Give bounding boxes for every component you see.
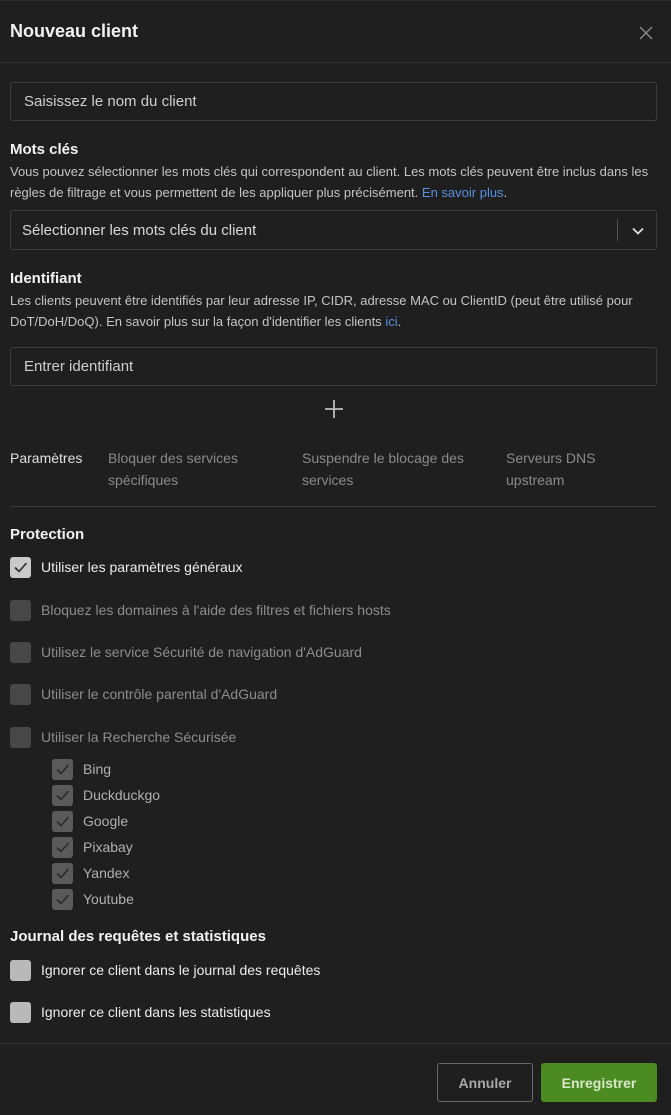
plus-icon[interactable] (322, 397, 346, 421)
checkbox-label: Ignorer ce client dans le journal des re… (41, 962, 321, 978)
checkbox-box[interactable] (10, 642, 31, 663)
tags-description: Vous pouvez sélectionner les mots clés q… (10, 161, 660, 203)
checkbox-label: Utiliser la Recherche Sécurisée (41, 729, 237, 745)
identifier-description-text: Les clients peuvent être identifiés par … (10, 293, 633, 329)
tab-parametres[interactable]: Paramètres (10, 447, 100, 469)
tags-link-suffix: . (503, 185, 508, 200)
checkbox-box[interactable] (10, 1002, 31, 1023)
identifier-help-link[interactable]: ici (385, 314, 397, 329)
checkbox-box[interactable] (10, 727, 31, 748)
tab-pause-blocking[interactable]: Suspendre le blocage des services (302, 447, 482, 491)
identifier-description: Les clients peuvent être identifiés par … (10, 290, 660, 332)
tags-select-placeholder: Sélectionner les mots clés du client (22, 222, 257, 239)
checkbox-label: Utiliser les paramètres généraux (41, 559, 243, 575)
checkbox-box[interactable] (10, 960, 31, 981)
checkbox-label: Pixabay (83, 839, 133, 855)
cancel-button[interactable]: Annuler (437, 1063, 533, 1102)
tabs-divider (10, 506, 657, 507)
tab-block-services[interactable]: Bloquer des services spécifiques (108, 447, 278, 491)
checkbox-label: Utiliser le contrôle parental d'AdGuard (41, 686, 278, 702)
checkbox-box[interactable] (10, 600, 31, 621)
checkbox-label: Yandex (83, 865, 130, 881)
checkbox-label: Utilisez le service Sécurité de navigati… (41, 644, 362, 660)
footer-divider (0, 1043, 671, 1044)
logs-title: Journal des requêtes et statistiques (10, 928, 266, 945)
checkbox-label: Google (83, 813, 129, 829)
checkbox-box[interactable] (52, 811, 73, 832)
dialog-header: Nouveau client (0, 1, 671, 63)
tags-title: Mots clés (10, 141, 79, 158)
save-button[interactable]: Enregistrer (541, 1063, 657, 1102)
tags-select[interactable]: Sélectionner les mots clés du client (10, 210, 657, 250)
checkbox-box[interactable] (52, 759, 73, 780)
chevron-down-icon[interactable] (628, 221, 648, 241)
checkbox-box[interactable] (52, 785, 73, 806)
checkbox-label: Bloquez les domaines à l'aide des filtre… (41, 602, 391, 618)
tab-upstream-dns[interactable]: Serveurs DNS upstream (506, 447, 616, 491)
checkbox-label: Duckduckgo (83, 787, 161, 803)
checkbox-box[interactable] (52, 863, 73, 884)
select-divider (617, 219, 618, 241)
checkbox-label: Bing (83, 761, 112, 777)
close-icon[interactable] (636, 23, 656, 43)
dialog-title: Nouveau client (10, 21, 139, 41)
checkbox-box[interactable] (52, 889, 73, 910)
checkbox-box[interactable] (10, 557, 31, 578)
identifier-input[interactable] (10, 347, 657, 386)
checkbox-label: Ignorer ce client dans les statistiques (41, 1004, 271, 1020)
client-name-input[interactable] (10, 82, 657, 121)
learn-more-link[interactable]: En savoir plus (422, 185, 504, 200)
identifier-title: Identifiant (10, 270, 82, 287)
new-client-dialog: Nouveau client Mots clés Vous pouvez sél… (0, 0, 671, 1115)
checkbox-label: Youtube (83, 891, 134, 907)
protection-title: Protection (10, 526, 85, 543)
checkbox-box[interactable] (10, 684, 31, 705)
checkbox-box[interactable] (52, 837, 73, 858)
tags-description-text: Vous pouvez sélectionner les mots clés q… (10, 164, 649, 200)
identifier-link-suffix: . (397, 314, 402, 329)
